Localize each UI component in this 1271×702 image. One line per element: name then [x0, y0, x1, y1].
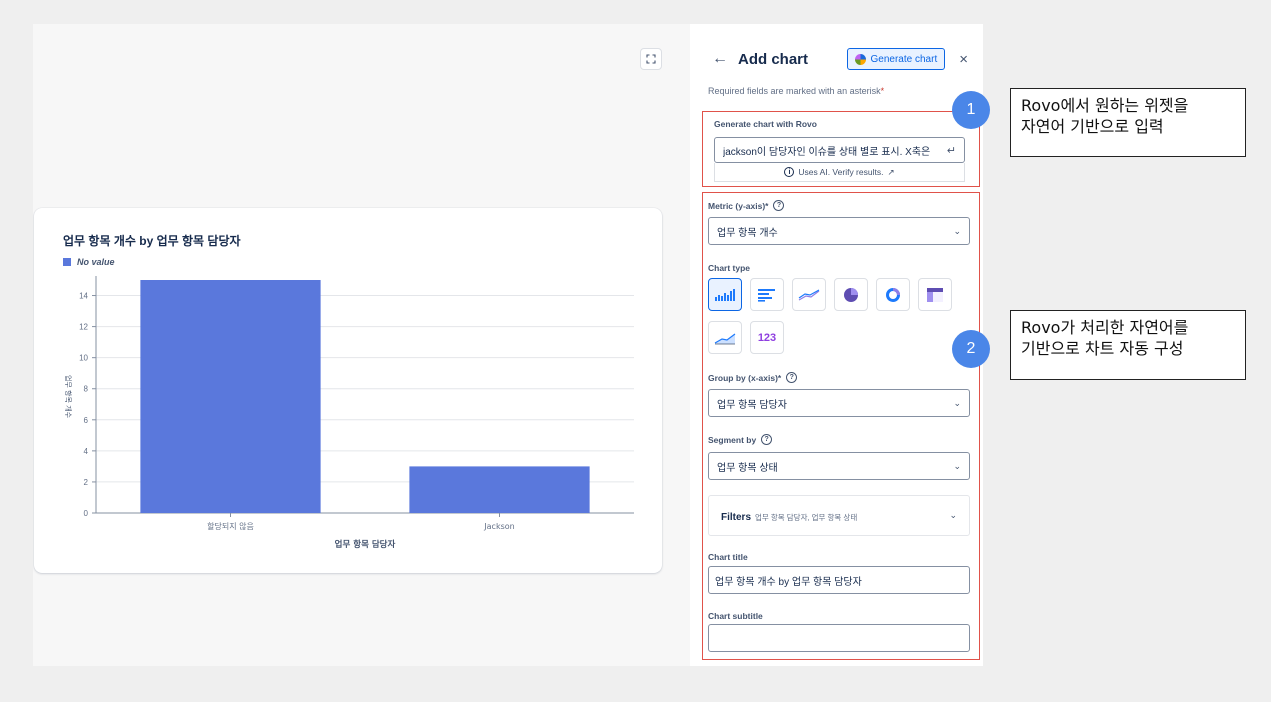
- rovo-label-text: Generate chart with Rovo: [714, 119, 817, 129]
- y-tick-label: 8: [84, 385, 89, 394]
- chevron-down-icon: ⌄: [953, 397, 961, 408]
- annotation-badge-2: 2: [952, 330, 990, 368]
- chart-subtitle-input[interactable]: [708, 624, 970, 652]
- callout-2-line2: 기반으로 차트 자동 구성: [1021, 339, 1184, 358]
- chart-type-area[interactable]: [708, 321, 742, 354]
- chart-type-label: Chart type: [708, 263, 750, 273]
- chart-card: 업무 항목 개수 by 업무 항목 담당자 No value 0 2 4 6 8 10 12…: [34, 208, 662, 573]
- chart-preview-area: 업무 항목 개수 by 업무 항목 담당자 No value 0 2 4 6 8 10 12…: [33, 24, 690, 666]
- callout-1-line1: Rovo에서 원하는 위젯을: [1021, 96, 1189, 115]
- bar: [409, 466, 590, 513]
- ai-note-text: Uses AI. Verify results.: [798, 167, 884, 177]
- generate-chart-label: Generate chart: [870, 53, 938, 65]
- enter-icon[interactable]: ↵: [947, 144, 956, 157]
- metric-label: Metric (y-axis)* ?: [708, 200, 785, 211]
- x-tick-label: 할당되지 않음: [207, 521, 254, 531]
- metric-label-text: Metric (y-axis)*: [708, 200, 769, 211]
- close-icon[interactable]: ×: [959, 51, 968, 68]
- filters-label: Filters: [721, 511, 752, 523]
- x-tick-label: Jackson: [483, 522, 514, 531]
- donut-chart-icon: [886, 287, 900, 302]
- back-arrow-icon[interactable]: ←: [712, 50, 734, 68]
- required-note-text: Required fields are marked with an aster…: [708, 86, 881, 96]
- chart-type-pie[interactable]: [834, 278, 868, 311]
- chart-subtitle-label: Chart subtitle: [708, 611, 763, 621]
- y-axis-title: 업무 항목 개수: [64, 375, 73, 419]
- chart-title-label-text: Chart title: [708, 552, 748, 562]
- chart-type-single-value[interactable]: 123: [750, 321, 784, 354]
- annotation-badge-1: 1: [952, 91, 990, 129]
- heatmap-icon: [927, 287, 943, 302]
- filters-expander[interactable]: Filters 업무 항목 담당자, 업무 항목 상태 ⌄: [708, 495, 970, 536]
- group-by-label: Group by (x-axis)* ?: [708, 372, 798, 383]
- bar: [140, 280, 321, 513]
- help-icon[interactable]: ?: [761, 434, 773, 445]
- rovo-prompt-input[interactable]: jackson이 담당자인 이슈를 상태 별로 표시. X축은 ↵: [714, 137, 965, 163]
- metric-select[interactable]: 업무 항목 개수 ⌄: [708, 217, 970, 245]
- add-chart-panel: ← Add chart Generate chart × Required fi…: [690, 24, 983, 666]
- y-tick-label: 4: [84, 447, 89, 456]
- chevron-down-icon: ⌄: [953, 460, 961, 471]
- chart-type-donut[interactable]: [876, 278, 910, 311]
- generate-chart-button[interactable]: Generate chart: [846, 48, 946, 70]
- filters-value: 업무 항목 담당자, 업무 항목 상태: [755, 512, 858, 522]
- segment-by-label: Segment by ?: [708, 434, 773, 445]
- required-note: Required fields are marked with an aster…: [708, 86, 884, 96]
- pie-chart-icon: [844, 287, 858, 302]
- chart-type-line[interactable]: [792, 278, 826, 311]
- chart-title-input[interactable]: 업무 항목 개수 by 업무 항목 담당자: [708, 566, 970, 594]
- rovo-label: Generate chart with Rovo: [714, 119, 817, 129]
- y-tick-label: 0: [84, 509, 89, 518]
- app-window: 업무 항목 개수 by 업무 항목 담당자 No value 0 2 4 6 8 10 12…: [33, 24, 983, 666]
- callout-1-line2: 자연어 기반으로 입력: [1021, 117, 1164, 136]
- y-tick-label: 10: [79, 354, 88, 363]
- chevron-down-icon: ⌄: [949, 510, 957, 520]
- segment-by-label-text: Segment by: [708, 434, 757, 445]
- chart-title-label: Chart title: [708, 552, 748, 562]
- segment-by-select[interactable]: 업무 항목 상태 ⌄: [708, 452, 970, 480]
- help-icon[interactable]: ?: [786, 372, 798, 383]
- chart-title-value: 업무 항목 개수 by 업무 항목 담당자: [715, 576, 862, 588]
- info-icon: i: [784, 167, 795, 177]
- annotation-callout-1: Rovo에서 원하는 위젯을 자연어 기반으로 입력: [1010, 88, 1246, 157]
- x-axis-title: 업무 항목 담당자: [335, 539, 396, 550]
- line-chart-icon: [798, 288, 820, 301]
- chart-type-vertical-bar[interactable]: [708, 278, 742, 311]
- group-by-label-text: Group by (x-axis)*: [708, 372, 782, 383]
- y-tick-label: 12: [79, 323, 88, 332]
- panel-header: ← Add chart Generate chart ×: [712, 48, 968, 70]
- group-by-value: 업무 항목 담당자: [717, 399, 787, 411]
- y-tick-label: 6: [84, 416, 89, 425]
- y-tick-label: 2: [84, 478, 89, 487]
- required-asterisk: *: [880, 86, 885, 96]
- chart-type-heatmap[interactable]: [918, 278, 952, 311]
- ai-disclaimer: i Uses AI. Verify results. ↗: [714, 163, 965, 182]
- expand-icon: [646, 54, 656, 64]
- panel-title: Add chart: [738, 50, 809, 68]
- rovo-prompt-value: jackson이 담당자인 이슈를 상태 별로 표시. X축은: [723, 146, 931, 158]
- chart-subtitle-label-text: Chart subtitle: [708, 611, 763, 621]
- horizontal-bar-chart-icon: [758, 288, 775, 302]
- group-by-select[interactable]: 업무 항목 담당자 ⌄: [708, 389, 970, 417]
- chart-type-horizontal-bar[interactable]: [750, 278, 784, 311]
- chevron-down-icon: ⌄: [953, 225, 961, 236]
- vertical-bar-chart-icon: [715, 288, 735, 301]
- segment-by-value: 업무 항목 상태: [717, 462, 778, 474]
- rovo-logo-icon: [854, 53, 866, 65]
- y-tick-label: 14: [79, 292, 88, 301]
- external-link-icon[interactable]: ↗: [887, 167, 894, 178]
- fullscreen-button[interactable]: [640, 48, 662, 70]
- bar-chart: 0 2 4 6 8 10 12 14 할당되지 않음 Jackson 업무 항목 담당자 업무 항목 …: [64, 276, 634, 550]
- metric-value: 업무 항목 개수: [717, 227, 778, 239]
- chart-type-label-text: Chart type: [708, 263, 751, 273]
- callout-2-line1: Rovo가 처리한 자연어를: [1021, 318, 1189, 337]
- annotation-callout-2: Rovo가 처리한 자연어를 기반으로 차트 자동 구성: [1010, 310, 1246, 380]
- area-chart-icon: [714, 333, 736, 344]
- help-icon[interactable]: ?: [773, 200, 785, 211]
